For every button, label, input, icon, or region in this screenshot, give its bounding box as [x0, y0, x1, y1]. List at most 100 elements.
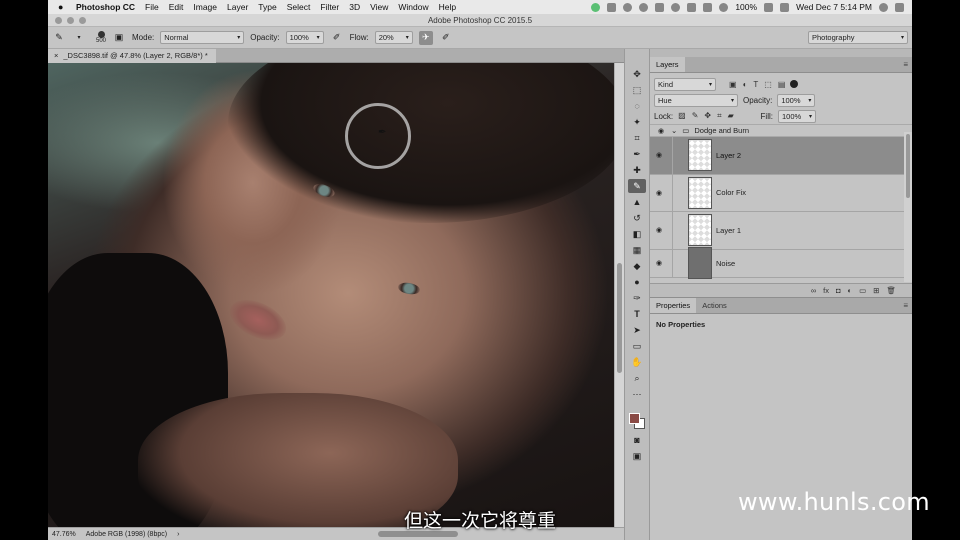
airbrush-icon[interactable]: ✈: [418, 30, 433, 45]
tab-properties[interactable]: Properties: [650, 298, 697, 313]
filter-toggle[interactable]: [790, 80, 799, 88]
brush-size-picker[interactable]: 500: [96, 30, 106, 45]
visibility-eye-icon[interactable]: ◉: [656, 127, 666, 135]
visibility-eye-icon[interactable]: ◉: [654, 151, 664, 159]
bluetooth-icon[interactable]: [703, 2, 713, 12]
brush-tool-icon[interactable]: ✎: [628, 179, 646, 193]
lock-all-icon[interactable]: ▰: [728, 111, 734, 121]
menu-window[interactable]: Window: [398, 2, 428, 12]
battery-icon[interactable]: [764, 2, 774, 12]
blend-mode-dropdown[interactable]: Hue ▾: [654, 93, 738, 107]
adjustment-filter-icon[interactable]: ◐: [743, 80, 748, 89]
scroll-thumb[interactable]: [906, 134, 910, 198]
layers-scrollbar[interactable]: [904, 132, 912, 282]
healing-tool-icon[interactable]: ✚: [628, 163, 646, 177]
type-tool-icon[interactable]: T: [628, 307, 646, 321]
menu-extra-icon[interactable]: [607, 2, 617, 12]
layer-name[interactable]: Layer 2: [716, 151, 741, 160]
visibility-eye-icon[interactable]: ◉: [654, 259, 664, 267]
eyedropper-tool-icon[interactable]: ✒: [628, 147, 646, 161]
menu-help[interactable]: Help: [439, 2, 456, 12]
time-machine-icon[interactable]: [671, 2, 681, 12]
foreground-color[interactable]: [629, 413, 640, 424]
screen-mode-icon[interactable]: ▣: [628, 449, 646, 463]
visibility-eye-icon[interactable]: ◉: [654, 189, 664, 197]
brush-tool-preset-icon[interactable]: ✎: [52, 31, 66, 45]
kind-filter-dropdown[interactable]: Kind ▾: [654, 77, 716, 91]
volume-icon[interactable]: [687, 2, 697, 12]
expand-arrow-icon[interactable]: ⌄: [671, 126, 677, 135]
layer-group-dodge-burn[interactable]: ◉ ⌄ ▭ Dodge and Burn: [650, 124, 912, 137]
evernote-icon[interactable]: [591, 2, 601, 12]
layer-row-layer-2[interactable]: ◉ Layer 2: [650, 137, 912, 175]
shape-filter-icon[interactable]: ⬚: [764, 80, 772, 89]
eraser-tool-icon[interactable]: ◧: [628, 227, 646, 241]
creative-cloud-icon[interactable]: [639, 2, 649, 12]
link-layers-icon[interactable]: ∞: [811, 286, 816, 295]
add-mask-icon[interactable]: ◘: [836, 286, 841, 295]
menu-layer[interactable]: Layer: [227, 2, 248, 12]
menu-view[interactable]: View: [370, 2, 388, 12]
more-tools-icon[interactable]: ⋯: [628, 387, 646, 401]
layer-style-icon[interactable]: fx: [823, 286, 829, 295]
airplay-icon[interactable]: [655, 2, 665, 12]
pen-tool-icon[interactable]: ✑: [628, 291, 646, 305]
menu-image[interactable]: Image: [193, 2, 217, 12]
close-icon[interactable]: ×: [54, 51, 58, 60]
layer-row-layer-1[interactable]: ◉ Layer 1: [650, 212, 912, 250]
crop-tool-icon[interactable]: ⌗: [628, 131, 646, 145]
color-swatches[interactable]: [627, 409, 647, 431]
visibility-eye-icon[interactable]: ◉: [654, 226, 664, 234]
new-group-icon[interactable]: ▭: [859, 286, 866, 295]
scroll-thumb[interactable]: [617, 263, 622, 373]
menu-edit[interactable]: Edit: [169, 2, 184, 12]
menu-select[interactable]: Select: [287, 2, 311, 12]
workspace-dropdown[interactable]: Photography ▾: [808, 31, 908, 44]
delete-layer-icon[interactable]: 🗑: [886, 286, 896, 295]
pixel-filter-icon[interactable]: ▣: [729, 80, 737, 89]
notification-center-icon[interactable]: [895, 2, 904, 12]
tab-actions[interactable]: Actions: [696, 298, 733, 313]
layer-name[interactable]: Layer 1: [716, 226, 741, 235]
blur-tool-icon[interactable]: ◆: [628, 259, 646, 273]
history-brush-tool-icon[interactable]: ↺: [628, 211, 646, 225]
panel-menu-icon[interactable]: ≡: [903, 301, 908, 310]
mode-dropdown[interactable]: Normal ▾: [160, 31, 245, 44]
flag-icon[interactable]: [780, 2, 790, 12]
spotlight-icon[interactable]: [879, 2, 888, 12]
document-tab[interactable]: × _DSC3898.tif @ 47.8% (Layer 2, RGB/8*)…: [48, 48, 216, 63]
smart-object-filter-icon[interactable]: ▤: [778, 80, 786, 89]
clone-stamp-tool-icon[interactable]: ▲: [628, 195, 646, 209]
adjustment-layer-icon[interactable]: ◐: [848, 286, 853, 295]
menu-3d[interactable]: 3D: [349, 2, 360, 12]
lasso-tool-icon[interactable]: ◌: [628, 99, 646, 113]
zoom-tool-icon[interactable]: ⌕: [628, 371, 646, 385]
gradient-tool-icon[interactable]: ▦: [628, 243, 646, 257]
tab-layers[interactable]: Layers: [650, 57, 685, 72]
opacity-field[interactable]: 100% ▾: [285, 31, 324, 44]
apple-icon[interactable]: ●: [58, 2, 68, 12]
menu-filter[interactable]: Filter: [320, 2, 339, 12]
dodge-tool-icon[interactable]: ●: [628, 275, 646, 289]
sync-icon[interactable]: [623, 2, 633, 12]
type-filter-icon[interactable]: T: [753, 80, 758, 89]
new-layer-icon[interactable]: ⊞: [873, 286, 879, 295]
move-tool-icon[interactable]: ✥: [628, 67, 646, 81]
path-selection-tool-icon[interactable]: ➤: [628, 323, 646, 337]
wifi-icon[interactable]: [719, 2, 729, 12]
canvas-vertical-scrollbar[interactable]: [614, 63, 624, 527]
layer-name[interactable]: Noise: [716, 259, 735, 268]
chevron-down-icon[interactable]: ▾: [72, 31, 86, 45]
layer-name[interactable]: Color Fix: [716, 188, 746, 197]
app-menu[interactable]: Photoshop CC: [76, 2, 135, 12]
flow-field[interactable]: 20% ▾: [374, 31, 413, 44]
layer-row-color-fix[interactable]: ◉ Color Fix: [650, 174, 912, 212]
pressure-opacity-icon[interactable]: ✐: [330, 31, 344, 45]
layer-opacity-field[interactable]: 100% ▾: [777, 93, 816, 107]
quick-mask-icon[interactable]: ◙: [628, 433, 646, 447]
clock[interactable]: Wed Dec 7 5:14 PM: [796, 2, 872, 12]
lock-image-icon[interactable]: ✎: [692, 111, 699, 121]
menu-type[interactable]: Type: [258, 2, 276, 12]
lock-position-icon[interactable]: ✥: [704, 111, 711, 121]
document-canvas[interactable]: ✒: [48, 63, 614, 527]
